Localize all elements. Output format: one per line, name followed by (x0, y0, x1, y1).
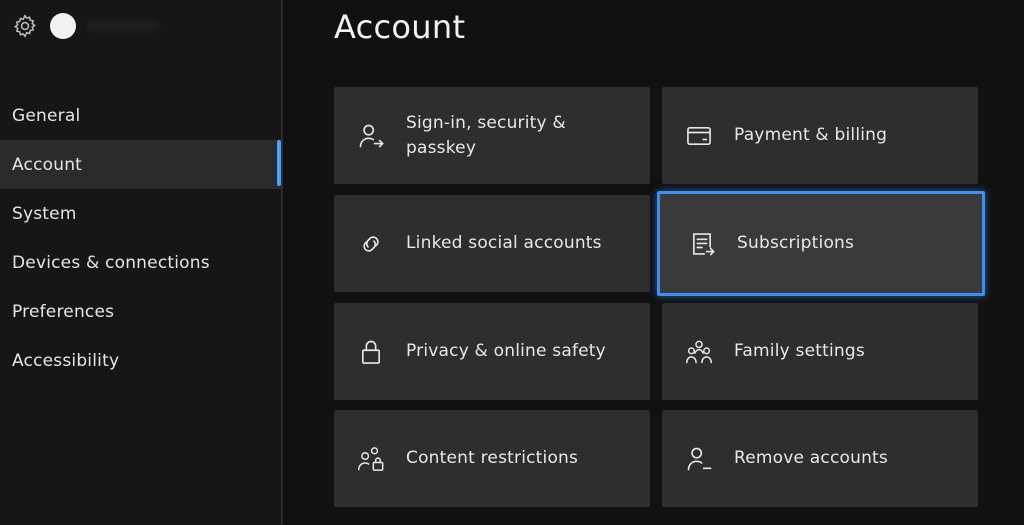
sidebar: General Account System Devices & connect… (0, 0, 283, 525)
tile-sign-in-security[interactable]: Sign-in, security & passkey (334, 87, 650, 184)
nav-item-label: Accessibility (12, 350, 120, 371)
nav-item-label: System (12, 203, 77, 224)
tile-linked-social-accounts[interactable]: Linked social accounts (334, 195, 650, 292)
page-title: Account (334, 8, 466, 46)
tile-label: Remove accounts (734, 448, 888, 468)
nav-item-preferences[interactable]: Preferences (0, 287, 281, 336)
card-icon (684, 121, 714, 151)
account-options-grid: Sign-in, security & passkey Payment & bi… (334, 87, 985, 507)
tile-privacy-online-safety[interactable]: Privacy & online safety (334, 303, 650, 400)
lock-icon (356, 337, 386, 367)
link-icon (356, 229, 386, 259)
username-redacted (86, 20, 160, 32)
people-lock-icon (356, 444, 386, 474)
settings-nav: General Account System Devices & connect… (0, 91, 281, 385)
tile-label: Linked social accounts (406, 233, 602, 253)
tile-content-restrictions[interactable]: Content restrictions (334, 410, 650, 507)
avatar[interactable] (50, 13, 76, 39)
tile-family-settings[interactable]: Family settings (662, 303, 978, 400)
tile-payment-billing[interactable]: Payment & billing (662, 87, 978, 184)
nav-item-label: Preferences (12, 301, 115, 322)
tile-label: Family settings (734, 341, 865, 361)
tile-label: Privacy & online safety (406, 341, 606, 361)
tile-subscriptions[interactable]: Subscriptions (657, 191, 985, 296)
tile-label: Sign-in, security & passkey (406, 112, 566, 158)
gear-icon[interactable] (10, 11, 40, 41)
tile-remove-accounts[interactable]: Remove accounts (662, 410, 978, 507)
nav-item-accessibility[interactable]: Accessibility (0, 336, 281, 385)
tile-label: Content restrictions (406, 448, 579, 468)
family-icon (684, 337, 714, 367)
subscriptions-icon (687, 229, 717, 259)
person-arrow-icon (356, 121, 386, 151)
person-remove-icon (684, 444, 714, 474)
nav-item-account[interactable]: Account (0, 140, 281, 189)
nav-item-label: Account (12, 154, 83, 175)
nav-item-general[interactable]: General (0, 91, 281, 140)
nav-item-devices-connections[interactable]: Devices & connections (0, 238, 281, 287)
nav-item-label: General (12, 105, 81, 126)
profile-bar (10, 10, 160, 42)
tile-label: Payment & billing (734, 125, 888, 145)
tile-label: Subscriptions (737, 233, 855, 253)
nav-item-system[interactable]: System (0, 189, 281, 238)
nav-item-label: Devices & connections (12, 252, 210, 273)
